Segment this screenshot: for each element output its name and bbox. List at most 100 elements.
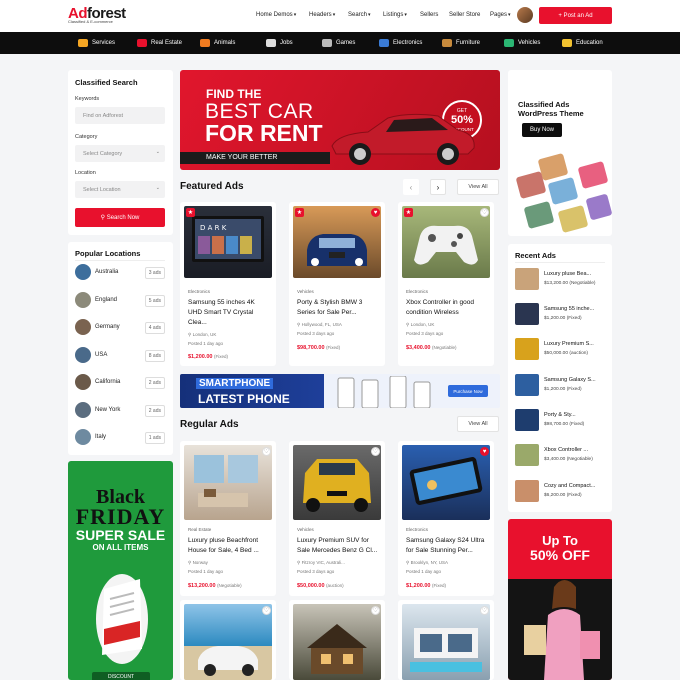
recent-ad-item[interactable]: Porty & Sty... $98,700.00 (Fixed): [515, 409, 605, 433]
recent-ad-thumbnail: [515, 303, 539, 325]
recent-ad-item[interactable]: Luxury pluse Bea... $13,200.00 (Negotiabl…: [515, 268, 605, 292]
nav-pages[interactable]: Pages▾: [490, 12, 511, 18]
category-real-estate[interactable]: Real Estate: [137, 39, 182, 47]
category-jobs[interactable]: Jobs: [266, 39, 293, 47]
regular-ad-card[interactable]: ♡: [398, 600, 494, 680]
buy-now-button[interactable]: Buy Now: [522, 123, 562, 137]
smartphone-promo-banner[interactable]: SMARTPHONE LATEST PHONE Purchase Now: [180, 374, 500, 408]
favorite-heart-icon[interactable]: ♡: [480, 208, 489, 217]
nav-listings[interactable]: Listings▾: [383, 12, 407, 18]
ad-title[interactable]: Luxury Premium SUV for Sale Mercedes Ben…: [297, 536, 379, 556]
category-select[interactable]: Select Category ⌄: [75, 145, 165, 162]
next-arrow-icon[interactable]: ›: [430, 179, 446, 195]
category-furniture[interactable]: Furniture: [442, 39, 480, 47]
nav-home-demos[interactable]: Home Demos▾: [256, 12, 296, 18]
ad-price: $1,200.00 (Fixed): [188, 354, 229, 360]
post-ad-button[interactable]: + Post an Ad: [539, 7, 612, 24]
ad-posted: Posted 3 days ago: [297, 331, 335, 336]
category-animals[interactable]: Animals: [200, 39, 235, 47]
location-select[interactable]: Select Location ⌄: [75, 181, 165, 198]
featured-ad-card[interactable]: D A R K ★ Electronics Samsung 55 inches …: [180, 202, 276, 366]
recent-ad-item[interactable]: Xbox Controller ... $3,400.00 (Negotiable…: [515, 444, 605, 468]
regular-ad-card[interactable]: ♡: [180, 600, 276, 680]
recent-ad-thumbnail: [515, 338, 539, 360]
recent-ad-thumbnail: [515, 268, 539, 290]
featured-ad-card[interactable]: ★ ♥ Vehicles Porty & Stylish BMW 3 Serie…: [289, 202, 385, 366]
nav-sellers[interactable]: Sellers: [420, 12, 438, 18]
regular-ad-card[interactable]: ♥ Electronics Samsung Galaxy S24 Ultra f…: [398, 441, 494, 596]
ad-image: [184, 445, 272, 520]
black-friday-banner[interactable]: Black FRIDAY SUPER SALE ON ALL ITEMS DIS…: [68, 461, 173, 680]
ad-title[interactable]: Porty & Stylish BMW 3 Series for Sale Pe…: [297, 298, 379, 318]
ad-image: [293, 445, 381, 520]
category-vehicles[interactable]: Vehicles: [504, 39, 540, 47]
wordpress-theme-promo[interactable]: Classified Ads WordPress Theme Buy Now: [508, 70, 612, 236]
games-icon: [322, 39, 332, 47]
ad-location: ⚲ London, UK: [188, 332, 217, 337]
location-item[interactable]: New York 2 ads: [75, 402, 165, 420]
prev-arrow-icon[interactable]: ‹: [403, 179, 419, 195]
location-item[interactable]: USA 8 ads: [75, 347, 165, 365]
category-bar: Services Real Estate Animals Jobs Games …: [0, 32, 680, 54]
real-estate-icon: [137, 39, 147, 47]
category-services[interactable]: Services: [78, 39, 115, 47]
ad-title[interactable]: Samsung Galaxy S24 Ultra for Sale Stunni…: [406, 536, 488, 556]
favorite-heart-icon[interactable]: ♥: [371, 208, 380, 217]
nav-headers[interactable]: Headers▾: [309, 12, 335, 18]
ad-title[interactable]: Luxury pluse Beachfront House for Sale, …: [188, 536, 270, 556]
favorite-heart-icon[interactable]: ♥: [480, 447, 489, 456]
location-pin-icon: ⚲: [297, 322, 301, 327]
services-icon: [78, 39, 88, 47]
ad-location: ⚲ Brooklyn, NY, USA: [406, 560, 448, 565]
sale-banner-right[interactable]: Up To 50% OFF: [508, 519, 612, 680]
search-now-button[interactable]: ⚲ Search Now: [75, 208, 165, 227]
favorite-heart-icon[interactable]: ♡: [371, 606, 380, 615]
top-header: Adforest Classified & E-commerce Home De…: [0, 0, 680, 32]
featured-ad-card[interactable]: ★ ♡ Electronics Xbox Controller in good …: [398, 202, 494, 366]
regular-ad-card[interactable]: ♡ Vehicles Luxury Premium SUV for Sale M…: [289, 441, 385, 596]
user-avatar[interactable]: [517, 7, 533, 23]
ad-posted: Posted 3 days ago: [297, 569, 335, 574]
logo-subtitle: Classified & E-commerce: [68, 19, 113, 24]
favorite-heart-icon[interactable]: ♡: [262, 606, 271, 615]
recent-ad-item[interactable]: Samsung 55 inche... $1,200.00 (Fixed): [515, 303, 605, 327]
keywords-input[interactable]: Find on Adforest: [75, 107, 165, 124]
featured-ads-title: Featured Ads: [180, 181, 244, 192]
hero-car-rent-banner[interactable]: FIND THE BEST CAR FOR RENT MAKE YOUR BET…: [180, 70, 500, 170]
popular-locations-title: Popular Locations: [75, 249, 141, 258]
featured-star-icon: ★: [295, 208, 304, 217]
ad-image: [402, 445, 490, 520]
category-electronics[interactable]: Electronics: [379, 39, 422, 47]
ad-title[interactable]: Samsung 55 inches 4K UHD Smart TV Crysta…: [188, 298, 270, 328]
recent-ad-item[interactable]: Luxury Premium S... $50,000.00 (auction): [515, 338, 605, 362]
regular-ad-card[interactable]: ♡: [289, 600, 385, 680]
location-item[interactable]: Germany 4 ads: [75, 319, 165, 337]
ad-price: $13,200.00 (Negotiable): [188, 583, 242, 589]
regular-ad-card[interactable]: ♡ Real Estate Luxury pluse Beachfront Ho…: [180, 441, 276, 596]
shopping-woman-image: [524, 580, 600, 680]
recent-ad-item[interactable]: Cozy and Compact... $6,200.00 (Fixed): [515, 480, 605, 504]
chevron-down-icon: ▾: [404, 12, 407, 18]
nav-seller-store[interactable]: Seller Store: [449, 12, 480, 18]
location-item[interactable]: England 5 ads: [75, 292, 165, 310]
purchase-now-button[interactable]: Purchase Now: [448, 385, 488, 397]
ad-location: ⚲ Norway: [188, 560, 208, 565]
favorite-heart-icon[interactable]: ♡: [371, 447, 380, 456]
location-item[interactable]: Australia 3 ads: [75, 264, 165, 282]
recent-ad-item[interactable]: Samsung Galaxy S... $1,200.00 (Fixed): [515, 374, 605, 398]
featured-star-icon: ★: [186, 208, 195, 217]
category-games[interactable]: Games: [322, 39, 355, 47]
featured-view-all-button[interactable]: View All: [457, 179, 499, 195]
regular-view-all-button[interactable]: View All: [457, 416, 499, 432]
location-item[interactable]: California 2 ads: [75, 374, 165, 392]
location-item[interactable]: Italy 1 ads: [75, 429, 165, 447]
favorite-heart-icon[interactable]: ♡: [480, 606, 489, 615]
location-pin-icon: ⚲: [406, 322, 410, 327]
nav-search[interactable]: Search▾: [348, 12, 371, 18]
ad-location: ⚲ London, UK: [406, 322, 435, 327]
ad-price: $50,000.00 (auction): [297, 583, 344, 589]
ad-title[interactable]: Xbox Controller in good condition Wirele…: [406, 298, 488, 318]
ad-posted: Posted 1 day ago: [188, 569, 224, 574]
favorite-heart-icon[interactable]: ♡: [262, 447, 271, 456]
category-education[interactable]: Education: [562, 39, 603, 47]
